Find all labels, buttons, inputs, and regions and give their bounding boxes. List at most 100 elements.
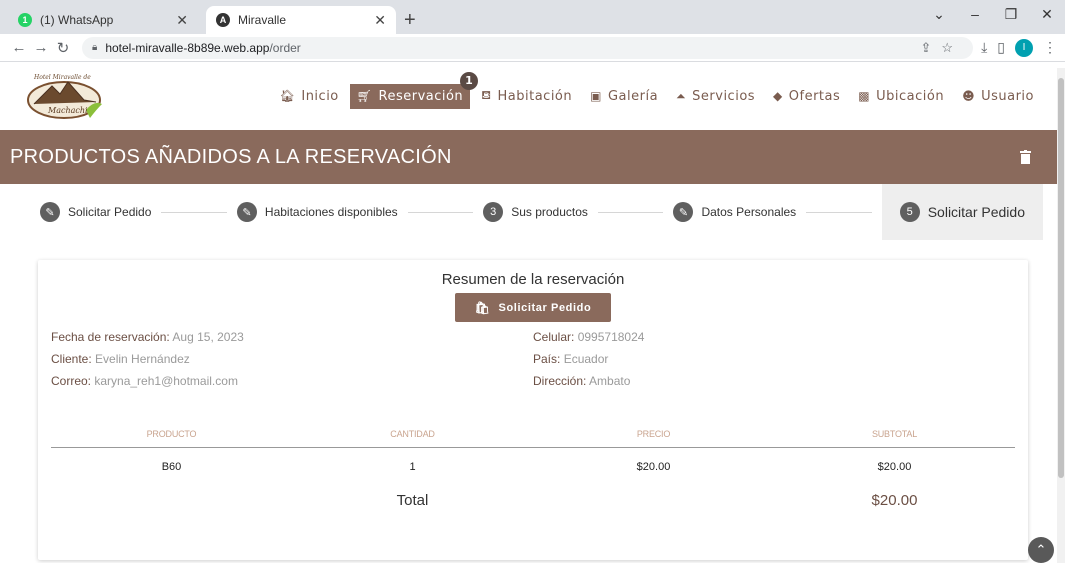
step-divider: [407, 211, 474, 213]
subtotal-cell: $20.00: [877, 461, 912, 473]
browser-controls: ⤓ ▯ I ⋮: [981, 38, 1057, 57]
site-header: Hotel Miravalle de Machachi 🏠︎ Inicio 🛒︎ R…: [0, 62, 1065, 130]
button-label: Solicitar Pedido: [498, 301, 592, 314]
user-icon: ☻: [962, 89, 976, 103]
table-row: B60 1 $20.00 $20.00: [51, 448, 1015, 486]
close-icon[interactable]: ✕: [176, 12, 188, 29]
image-icon: ▣: [590, 89, 602, 103]
minimize-icon[interactable]: –: [957, 6, 993, 22]
nav-reservacion[interactable]: 🛒︎ Reservación 1: [349, 71, 479, 109]
client-name: Evelin Hernández: [95, 352, 190, 366]
submit-order-button[interactable]: 🛍︎ Solicitar Pedido: [455, 293, 611, 322]
tag-icon: ◆: [773, 89, 783, 103]
scrollbar-thumb[interactable]: [1058, 78, 1064, 478]
nav-label: Servicios: [692, 88, 756, 104]
bed-icon: ⛾: [481, 88, 492, 102]
scroll-to-top-icon[interactable]: ⌃: [1028, 537, 1054, 563]
whatsapp-icon: 1: [18, 13, 32, 27]
trash-icon[interactable]: [1020, 150, 1031, 164]
step-5[interactable]: 5 Solicitar Pedido: [881, 184, 1043, 240]
nav-inicio[interactable]: 🏠︎ Inicio: [273, 84, 346, 109]
close-window-icon[interactable]: ✕: [1029, 6, 1065, 23]
new-tab-icon[interactable]: +: [404, 6, 416, 34]
download-icon[interactable]: ⤓: [981, 39, 987, 56]
step-label: Sus productos: [511, 205, 588, 219]
nav-servicios[interactable]: ⏶ Servicios: [669, 84, 762, 109]
step-3[interactable]: 3 Sus productos: [483, 202, 588, 222]
back-icon[interactable]: ←: [8, 39, 30, 56]
step-divider: [806, 211, 872, 213]
star-icon[interactable]: ☆: [941, 40, 963, 55]
forward-icon[interactable]: →: [30, 39, 52, 56]
map-icon: ▩: [858, 89, 871, 103]
url-input[interactable]: 🔒︎ hotel-miravalle-8b89e.web.app/order ⇪…: [82, 36, 974, 59]
nav-usuario[interactable]: ☻ Usuario: [955, 84, 1041, 109]
nav-habitacion[interactable]: ⛾ Habitación: [474, 83, 579, 109]
step-divider: [597, 211, 664, 213]
total-value: $20.00: [871, 491, 918, 509]
pencil-icon: ✎: [40, 202, 60, 222]
menu-icon[interactable]: ⋮: [1043, 39, 1057, 56]
pencil-icon: ✎: [236, 202, 257, 222]
info-label: País:: [533, 352, 561, 366]
nav-label: Ofertas: [788, 88, 841, 104]
maximize-icon[interactable]: ❐: [993, 6, 1029, 23]
angular-icon: A: [216, 13, 230, 27]
step-2[interactable]: ✎ Habitaciones disponibles: [236, 202, 398, 222]
tab-title: Miravalle: [238, 13, 287, 27]
email-value: karyna_reh1@hotmail.com: [94, 374, 238, 388]
reload-icon[interactable]: ↻: [52, 39, 74, 57]
nav-galeria[interactable]: ▣ Galería: [583, 84, 665, 109]
phone-value: 0995718024: [577, 330, 645, 344]
svg-text:Hotel Miravalle de: Hotel Miravalle de: [33, 74, 91, 81]
main-nav: 🏠︎ Inicio 🛒︎ Reservación 1 ⛾ Habitación ▣ Gal…: [269, 71, 1041, 109]
step-number: 5: [899, 202, 920, 222]
hotel-logo[interactable]: Hotel Miravalle de Machachi: [24, 70, 110, 122]
info-row: Correo: karyna_reh1@hotmail.com Direcció…: [51, 374, 1015, 396]
page-scrollbar[interactable]: [1057, 68, 1065, 563]
profile-avatar[interactable]: I: [1015, 38, 1033, 57]
column-header: PRODUCTO: [146, 428, 197, 439]
share-icon[interactable]: ⇪: [921, 40, 942, 55]
step-divider: [161, 211, 227, 213]
step-1[interactable]: ✎ Solicitar Pedido: [40, 202, 151, 222]
tab-whatsapp[interactable]: 1 (1) WhatsApp ✕: [8, 6, 198, 34]
info-row: Cliente: Evelin Hernández País: Ecuador: [51, 352, 1015, 374]
step-label: Solicitar Pedido: [927, 204, 1025, 220]
step-number: 3: [483, 202, 504, 222]
nav-label: Reservación: [378, 88, 464, 104]
step-label: Solicitar Pedido: [68, 205, 152, 219]
info-label: Fecha de reservación:: [51, 330, 170, 344]
step-4[interactable]: ✎ Datos Personales: [673, 202, 796, 222]
nav-label: Ubicación: [876, 88, 945, 104]
nav-ofertas[interactable]: ◆ Ofertas: [766, 84, 847, 109]
column-header: CANTIDAD: [390, 428, 435, 439]
window-controls: ⌄ – ❐ ✕: [921, 0, 1065, 28]
sidepanel-icon[interactable]: ▯: [997, 39, 1005, 56]
svg-text:Machachi: Machachi: [47, 106, 88, 115]
url-host: hotel-miravalle-8b89e.web.app: [105, 40, 270, 55]
customer-info: Fecha de reservación: Aug 15, 2023 Celul…: [51, 330, 1015, 396]
tab-miravalle[interactable]: A Miravalle ✕: [206, 6, 396, 34]
summary-title: Resumen de la reservación: [441, 271, 625, 288]
table-total-row: Total $20.00: [51, 486, 1015, 514]
nav-label: Habitación: [497, 88, 573, 104]
price-cell: $20.00: [636, 461, 671, 473]
url-path: /order: [269, 40, 301, 55]
close-icon[interactable]: ✕: [374, 12, 386, 29]
bell-icon: ⏶: [676, 88, 687, 103]
column-header: PRECIO: [636, 428, 671, 439]
tab-title: (1) WhatsApp: [40, 13, 114, 27]
chevron-down-icon[interactable]: ⌄: [921, 6, 957, 23]
page-banner: PRODUCTOS AÑADIDOS A LA RESERVACIÓN: [0, 130, 1059, 184]
info-row: Fecha de reservación: Aug 15, 2023 Celul…: [51, 330, 1015, 352]
url-actions: ⇪☆: [921, 40, 964, 56]
nav-ubicacion[interactable]: ▩ Ubicación: [851, 84, 951, 109]
products-table: PRODUCTO CANTIDAD PRECIO SUBTOTAL B60 1 …: [51, 420, 1015, 514]
nav-label: Usuario: [981, 88, 1034, 104]
step-label: Habitaciones disponibles: [264, 205, 398, 219]
checkout-stepper: ✎ Solicitar Pedido ✎ Habitaciones disponib…: [0, 184, 1043, 240]
nav-label: Galería: [607, 88, 659, 104]
table-header: PRODUCTO CANTIDAD PRECIO SUBTOTAL: [51, 420, 1015, 448]
product-cell: B60: [161, 461, 182, 473]
